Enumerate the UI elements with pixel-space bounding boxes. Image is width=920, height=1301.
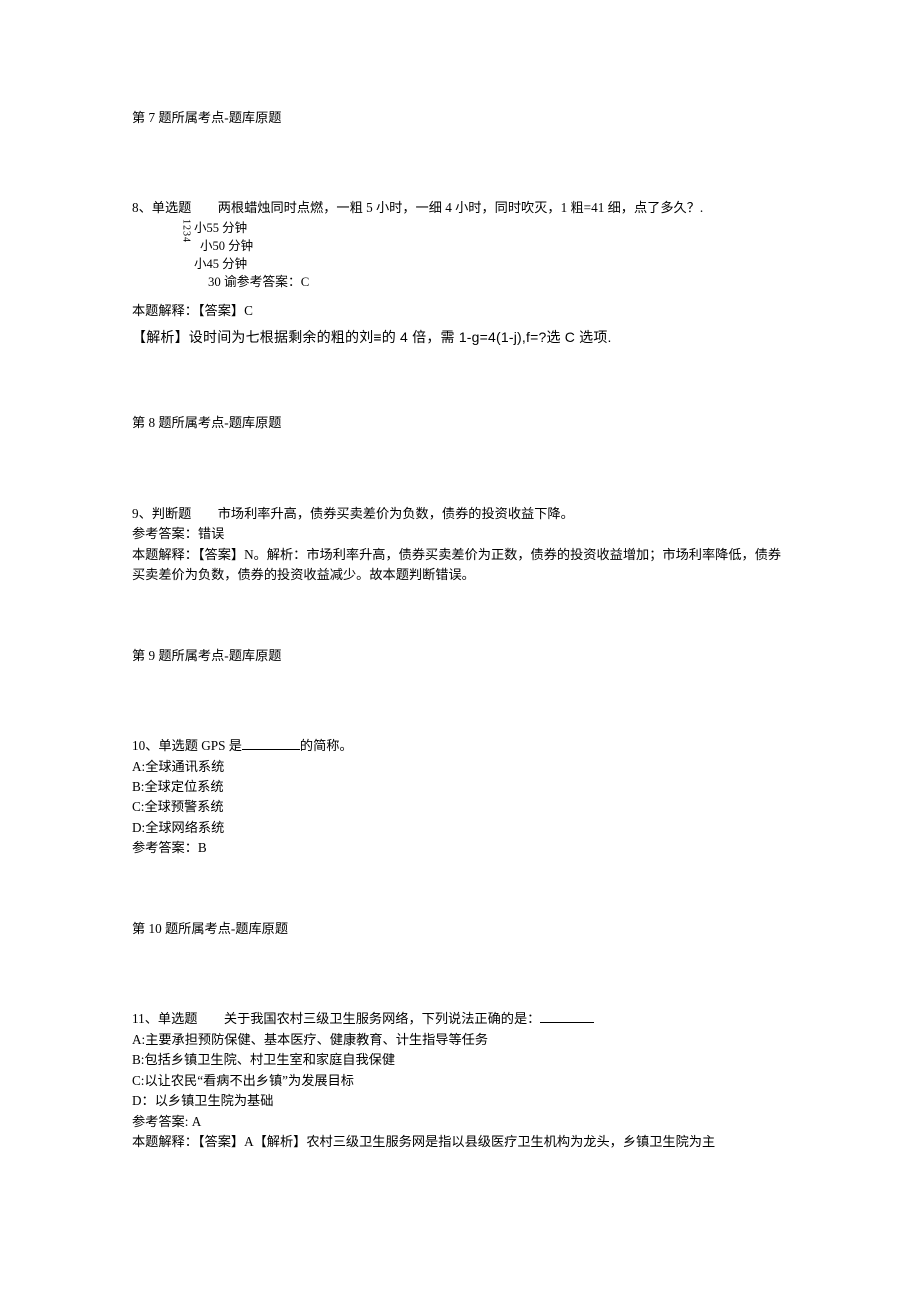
q11-stem-text: 11、单选题 关于我国农村三级卫生服务网络，下列说法正确的是： (132, 1011, 540, 1026)
q11-explain: 本题解释：【答案】A【解析】农村三级卫生服务网是指以县级医疗卫生机构为龙头，乡镇… (132, 1132, 790, 1152)
q10-topic-block: 第 10 题所属考点-题库原题 (132, 919, 790, 939)
q8-options: 小55 分钟 小50 分钟 小45 分钟 (132, 219, 790, 273)
q11-block: 11、单选题 关于我国农村三级卫生服务网络，下列说法正确的是： A:主要承担预防… (132, 1009, 790, 1152)
q10-reference-answer: 参考答案：B (132, 838, 790, 858)
q11-stem: 11、单选题 关于我国农村三级卫生服务网络，下列说法正确的是： (132, 1009, 790, 1029)
blank-underline (242, 737, 300, 750)
q10-option-b: B:全球定位系统 (132, 777, 790, 797)
q8-topic-block: 第 8 题所属考点-题库原题 (132, 413, 790, 433)
q10-topic: 第 10 题所属考点-题库原题 (132, 919, 790, 939)
q9-explain-line-2: 买卖差价为负数，债券的投资收益减少。故本题判断错误。 (132, 565, 790, 585)
q8-option-1: 小55 分钟 (194, 219, 790, 237)
q10-option-d: D:全球网络系统 (132, 818, 790, 838)
q11-option-a: A:主要承担预防保健、基本医疗、健康教育、计生指导等任务 (132, 1030, 790, 1050)
q11-reference-answer: 参考答案: A (132, 1112, 790, 1132)
q9-topic-block: 第 9 题所属考点-题库原题 (132, 646, 790, 666)
q11-option-b: B:包括乡镇卫生院、村卫生室和家庭自我保健 (132, 1050, 790, 1070)
q9-block: 9、判断题 市场利率升高，债券买卖差价为负数，债券的投资收益下降。 参考答案：错… (132, 504, 790, 586)
q9-stem: 9、判断题 市场利率升高，债券买卖差价为负数，债券的投资收益下降。 (132, 504, 790, 524)
q10-option-c: C:全球预警系统 (132, 797, 790, 817)
q10-stem: 10、单选题 GPS 是 的简称。 (132, 736, 790, 756)
q9-explain-line-1: 本题解释：【答案】N。解析：市场利率升高，债券买卖差价为正数，债券的投资收益增加… (132, 545, 790, 565)
q10-option-a: A:全球通讯系统 (132, 757, 790, 777)
q10-stem-part-b: 的简称。 (300, 738, 353, 753)
q8-answer: 本题解释：【答案】C (132, 301, 790, 321)
q10-block: 10、单选题 GPS 是 的简称。 A:全球通讯系统 B:全球定位系统 C:全球预… (132, 736, 790, 859)
q7-topic: 第 7 题所属考点-题库原题 (132, 108, 790, 128)
q8-stem: 8、单选题 两根蜡烛同时点燃，一粗 5 小时，一细 4 小时，同时吹灭，1 粗=… (132, 198, 790, 218)
q8-block: 8、单选题 两根蜡烛同时点燃，一粗 5 小时，一细 4 小时，同时吹灭，1 粗=… (132, 198, 790, 293)
q11-option-c: C:以让农民“看病不出乡镇”为发展目标 (132, 1071, 790, 1091)
q11-option-d: D：以乡镇卫生院为基础 (132, 1091, 790, 1111)
q8-option-4: 30 谕参考答案：C (132, 273, 790, 293)
blank-underline (540, 1010, 594, 1023)
q8-option-3: 小45 分钟 (194, 255, 790, 273)
q9-topic: 第 9 题所属考点-题库原题 (132, 646, 790, 666)
q10-stem-part-a: 10、单选题 GPS 是 (132, 738, 242, 753)
document-page: 第 7 题所属考点-题库原题 8、单选题 两根蜡烛同时点燃，一粗 5 小时，一细… (0, 0, 920, 1192)
q8-vertical-label: 1234 (178, 219, 194, 243)
q8-explain: 【解析】设时间为七根据剩余的粗的刘≡的 4 倍，需 1-g=4(1-j),f=?… (132, 326, 790, 350)
q8-option-2: 小50 分钟 (194, 237, 790, 255)
q9-reference-answer: 参考答案：错误 (132, 524, 790, 544)
q7-block: 第 7 题所属考点-题库原题 (132, 108, 790, 128)
q8-topic: 第 8 题所属考点-题库原题 (132, 413, 790, 433)
